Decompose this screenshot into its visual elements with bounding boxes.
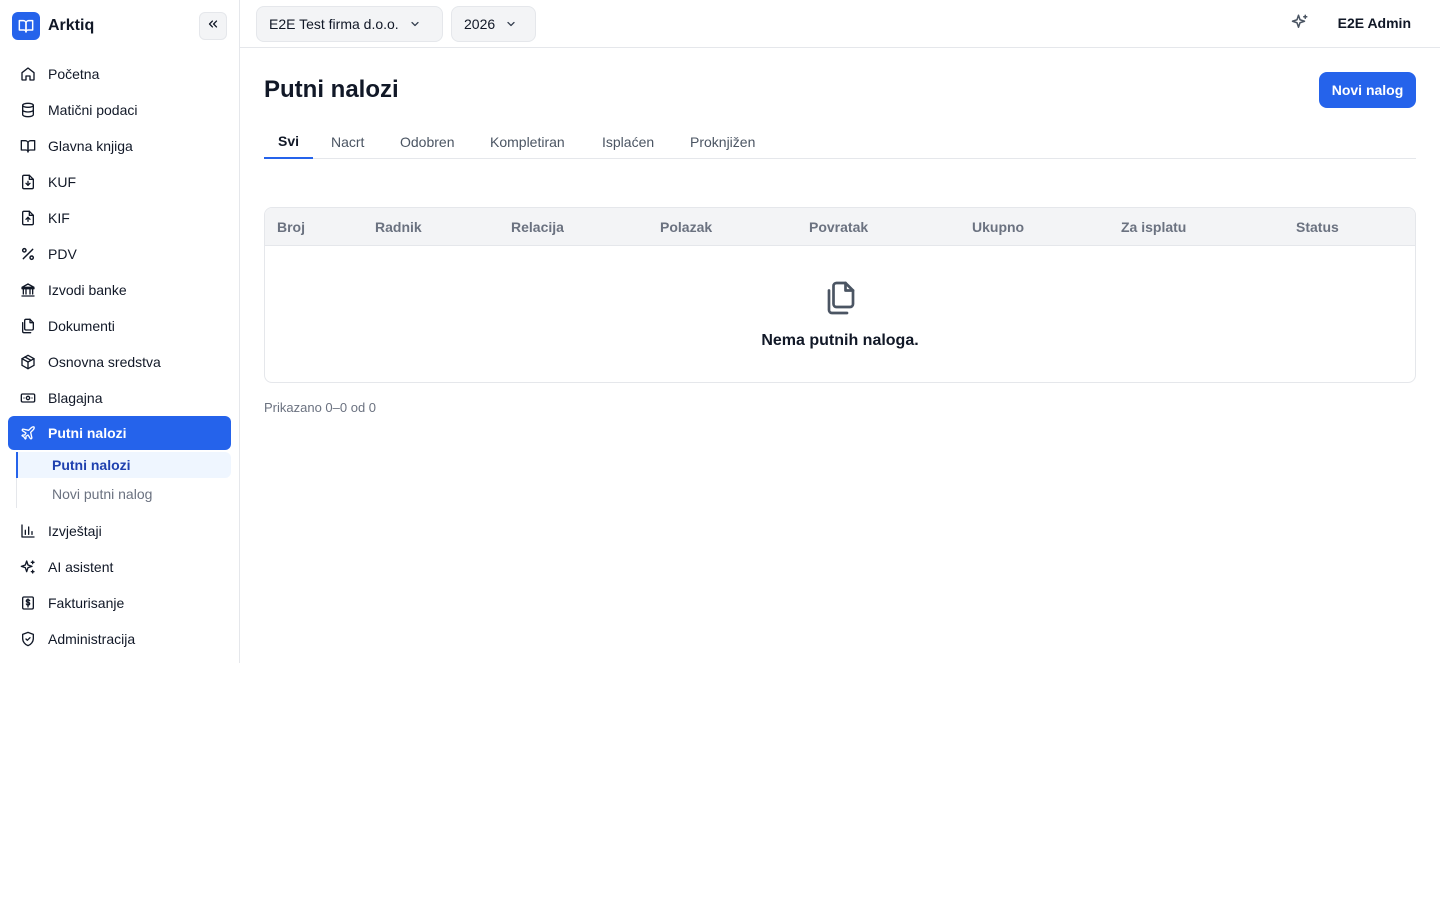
banknote-icon	[20, 390, 36, 406]
file-upload-icon	[20, 210, 36, 226]
sidebar-item-label: Administracija	[48, 631, 136, 647]
sidebar-item-kif[interactable]: KIF	[8, 202, 231, 234]
new-order-button[interactable]: Novi nalog	[1319, 72, 1416, 108]
user-menu[interactable]: E2E Admin	[1338, 15, 1411, 31]
tab-nacrt[interactable]: Nacrt	[317, 124, 378, 159]
sparkles-icon	[1291, 13, 1309, 36]
tab-svi[interactable]: Svi	[264, 124, 314, 159]
submenu-item-putni-nalozi[interactable]: Putni nalozi	[16, 452, 231, 478]
pagination-summary: Prikazano 0–0 od 0	[264, 400, 377, 415]
tab-kompletiran[interactable]: Kompletiran	[476, 124, 579, 159]
sidebar-item-pdv[interactable]: PDV	[8, 238, 231, 270]
column-header[interactable]: Broj	[277, 208, 305, 246]
home-icon	[20, 66, 36, 82]
sidebar-item-label: AI asistent	[48, 559, 114, 575]
sidebar-item-label: Dokumenti	[48, 318, 115, 334]
sidebar-item-kuf[interactable]: KUF	[8, 166, 231, 198]
sidebar-item-fakturisanje[interactable]: Fakturisanje	[8, 587, 231, 619]
sidebar-item-dokumenti[interactable]: Dokumenti	[8, 310, 231, 342]
company-select[interactable]: E2E Test firma d.o.o.	[256, 6, 443, 42]
tab-proknjizen[interactable]: Proknjižen	[676, 124, 769, 159]
sidebar-item-izvodi-banke[interactable]: Izvodi banke	[8, 274, 231, 306]
year-select-value: 2026	[464, 16, 496, 32]
sidebar-item-administracija[interactable]: Administracija	[8, 623, 231, 655]
sidebar-item-label: Putni nalozi	[48, 425, 127, 441]
status-tabs: Svi Nacrt Odobren Kompletiran Isplaćen P…	[264, 124, 1416, 159]
sidebar-item-label: KUF	[48, 174, 76, 190]
file-download-icon	[20, 174, 36, 190]
column-header[interactable]: Relacija	[511, 208, 564, 246]
sparkles-icon	[20, 559, 36, 575]
sidebar-item-glavna-knjiga[interactable]: Glavna knjiga	[8, 130, 231, 162]
book-logo-icon	[12, 12, 40, 40]
sidebar-item-label: Izvještaji	[48, 523, 102, 539]
chevron-down-icon	[409, 18, 421, 30]
sidebar: Arktiq Početna Matični podaci Glavna knj…	[0, 0, 240, 663]
app-name: Arktiq	[48, 17, 95, 34]
documents-icon	[20, 318, 36, 334]
bank-icon	[20, 282, 36, 298]
column-header[interactable]: Ukupno	[972, 208, 1024, 246]
sidebar-item-maticni-podaci[interactable]: Matični podaci	[8, 94, 231, 126]
sidebar-item-pocetna[interactable]: Početna	[8, 58, 231, 90]
table-header: Broj Radnik Relacija Polazak Povratak Uk…	[265, 208, 1415, 246]
sidebar-item-label: KIF	[48, 210, 70, 226]
year-select[interactable]: 2026	[451, 6, 536, 42]
column-header[interactable]: Status	[1296, 208, 1339, 246]
empty-state: Nema putnih naloga.	[265, 246, 1415, 382]
page-title: Putni nalozi	[264, 76, 399, 103]
plane-icon	[20, 425, 36, 441]
package-icon	[20, 354, 36, 370]
sidebar-item-label: PDV	[48, 246, 77, 262]
sidebar-item-izvjestaji[interactable]: Izvještaji	[8, 515, 231, 547]
percent-icon	[20, 246, 36, 262]
topbar: E2E Test firma d.o.o. 2026 E2E Admin	[240, 0, 1440, 48]
chevron-down-icon	[505, 18, 517, 30]
submenu-item-novi-putni-nalog[interactable]: Novi putni nalog	[17, 481, 232, 507]
company-select-value: E2E Test firma d.o.o.	[269, 16, 399, 32]
column-header[interactable]: Radnik	[375, 208, 422, 246]
brand[interactable]: Arktiq	[12, 12, 94, 40]
column-header[interactable]: Polazak	[660, 208, 712, 246]
sidebar-item-osnovna-sredstva[interactable]: Osnovna sredstva	[8, 346, 231, 378]
bar-chart-icon	[20, 523, 36, 539]
sidebar-item-label: Matični podaci	[48, 102, 138, 118]
shield-check-icon	[20, 631, 36, 647]
sidebar-item-label: Blagajna	[48, 390, 103, 406]
book-open-icon	[20, 138, 36, 154]
ai-assistant-button[interactable]	[1290, 14, 1310, 34]
sidebar-item-label: Početna	[48, 66, 100, 82]
invoice-dollar-icon	[20, 595, 36, 611]
tab-isplacen[interactable]: Isplaćen	[588, 124, 668, 159]
sidebar-submenu: Putni nalozi Novi putni nalog	[16, 452, 231, 508]
sidebar-item-putni-nalozi[interactable]: Putni nalozi	[8, 416, 231, 450]
sidebar-item-label: Glavna knjiga	[48, 138, 133, 154]
column-header[interactable]: Povratak	[809, 208, 868, 246]
documents-icon	[823, 280, 859, 316]
sidebar-item-label: Izvodi banke	[48, 282, 127, 298]
sidebar-item-label: Osnovna sredstva	[48, 354, 161, 370]
empty-state-text: Nema putnih naloga.	[761, 332, 919, 349]
collapse-sidebar-button[interactable]	[199, 12, 227, 40]
chevrons-left-icon	[206, 17, 220, 36]
tab-odobren[interactable]: Odobren	[386, 124, 468, 159]
travel-orders-table: Broj Radnik Relacija Polazak Povratak Uk…	[264, 207, 1416, 383]
column-header[interactable]: Za isplatu	[1121, 208, 1186, 246]
sidebar-item-blagajna[interactable]: Blagajna	[8, 382, 231, 414]
sidebar-item-ai-asistent[interactable]: AI asistent	[8, 551, 231, 583]
database-icon	[20, 102, 36, 118]
sidebar-item-label: Fakturisanje	[48, 595, 125, 611]
